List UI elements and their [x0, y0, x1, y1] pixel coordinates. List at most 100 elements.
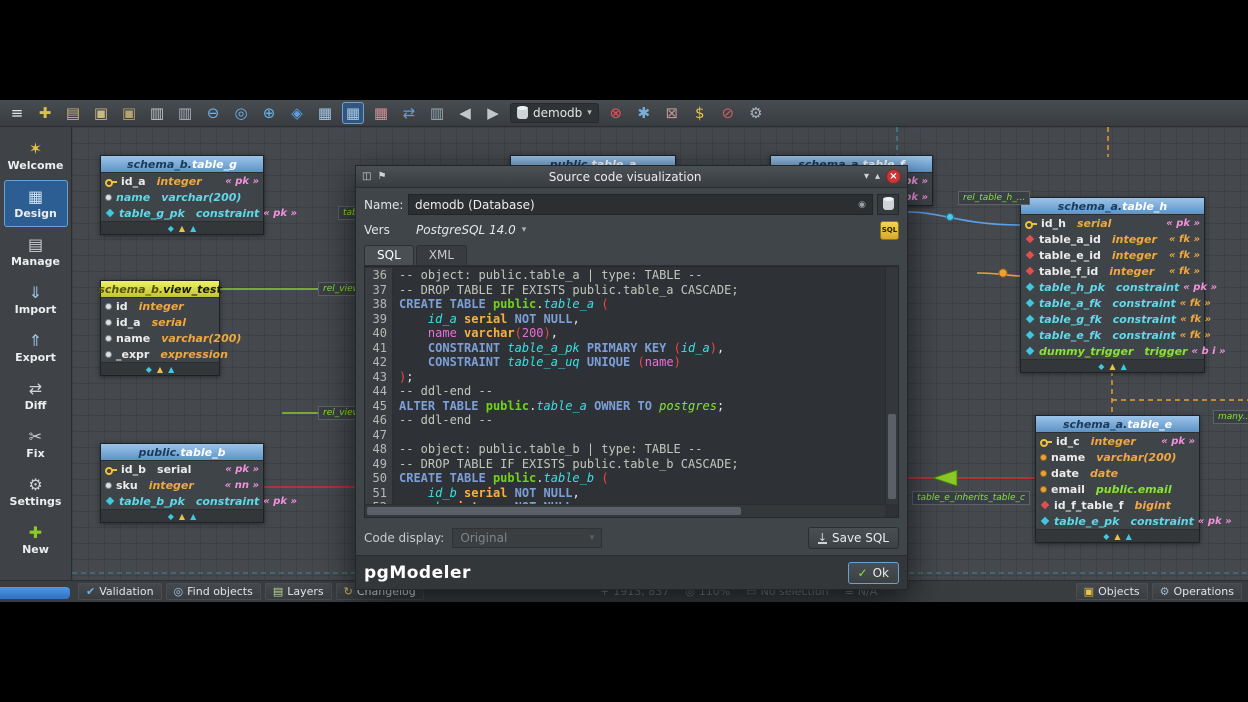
statusbar-tab-find-objects[interactable]: ◎Find objects [166, 583, 261, 600]
table-row[interactable]: table_g_fkconstraint« fk » [1021, 311, 1204, 327]
table-row[interactable]: datedate [1036, 465, 1199, 481]
table-row[interactable]: table_a_idinteger« fk » [1021, 231, 1204, 247]
column-type: constraint [1130, 515, 1193, 528]
name-input[interactable]: demodb (Database) ◉ [408, 194, 873, 215]
export-image-icon[interactable]: ▥ [174, 102, 196, 124]
sidebar-item-welcome[interactable]: ✶Welcome [4, 132, 68, 179]
nav-back-icon[interactable]: ◀ [454, 102, 476, 124]
sidebar-item-manage[interactable]: ▤Manage [4, 228, 68, 275]
database-icon-button[interactable] [877, 194, 899, 215]
inheritance-arrow [933, 470, 957, 486]
code-text: -- ddl-end -- [393, 413, 493, 428]
relationship-curve-blue [908, 212, 1020, 225]
print-model-icon[interactable]: ▥ [146, 102, 168, 124]
version-dropdown[interactable]: PostgreSQL 14.0 ▾ [408, 220, 534, 240]
db-table-view_test[interactable]: schema_b.view_testidintegerid_aserialnam… [100, 280, 220, 376]
plugins-icon[interactable]: ⚙ [745, 102, 767, 124]
horizontal-scrollbar[interactable] [365, 504, 885, 517]
column-type: varchar(200) [161, 191, 241, 204]
table-row[interactable]: table_b_pkconstraint« pk » [101, 493, 263, 509]
column-name: table_f_id [1039, 265, 1098, 278]
arrange-objects-icon[interactable]: ▥ [426, 102, 448, 124]
show-grid-icon[interactable]: ▦ [314, 102, 336, 124]
sidebar-item-settings[interactable]: ⚙Settings [4, 468, 68, 515]
close-icon[interactable]: × [886, 169, 901, 184]
zoom-original-icon[interactable]: ◎ [230, 102, 252, 124]
new-model-icon[interactable]: ✚ [34, 102, 56, 124]
relationship-label[interactable]: rel_table_h_... [958, 191, 1030, 205]
sidebar-item-design[interactable]: ▦Design [4, 180, 68, 227]
open-model-icon[interactable]: ▤ [62, 102, 84, 124]
sidebar-item-import[interactable]: ⇓Import [4, 276, 68, 323]
table-row[interactable]: dummy_triggertrigger« b i » [1021, 343, 1204, 359]
table-row[interactable]: namevarchar(200) [1036, 449, 1199, 465]
save-all-icon[interactable]: ▣ [118, 102, 140, 124]
page-delimiters-icon[interactable]: ▦ [370, 102, 392, 124]
close-model-icon[interactable]: ⊗ [605, 102, 627, 124]
save-sql-button[interactable]: ↓ Save SQL [808, 527, 899, 549]
table-row[interactable]: id_hserial« pk » [1021, 215, 1204, 231]
table-row[interactable]: table_e_idinteger« fk » [1021, 247, 1204, 263]
tab-xml[interactable]: XML [416, 245, 467, 265]
scrollbar-thumb[interactable] [367, 507, 741, 515]
tab-sql[interactable]: SQL [364, 245, 414, 265]
statusbar-tab-objects[interactable]: ▣Objects [1076, 583, 1148, 600]
sidebar-item-export[interactable]: ⇑Export [4, 324, 68, 371]
model-metadata-icon[interactable]: ✱ [633, 102, 655, 124]
align-grid-icon[interactable]: ▦ [342, 102, 364, 124]
vertical-scrollbar[interactable] [885, 267, 898, 504]
code-viewer[interactable]: 36-- object: public.table_a | type: TABL… [364, 266, 899, 518]
column-tag: « pk » [1183, 282, 1217, 293]
db-table-table_g[interactable]: schema_b.table_gid_ainteger« pk »namevar… [100, 155, 264, 235]
table-row[interactable]: namevarchar(200) [101, 189, 263, 205]
table-row[interactable]: _exprexpression [101, 346, 219, 362]
statusbar-tab-layers[interactable]: ▤Layers [265, 583, 332, 600]
table-row[interactable]: id_aserial [101, 314, 219, 330]
database-combo[interactable]: demodb ▾ [510, 103, 599, 123]
sidebar-item-diff[interactable]: ⇄Diff [4, 372, 68, 419]
table-row[interactable]: table_g_pkconstraint« pk » [101, 205, 263, 221]
table-row[interactable]: namevarchar(200) [101, 330, 219, 346]
disable-icon[interactable]: ⊘ [717, 102, 739, 124]
table-row[interactable]: emailpublic.email [1036, 481, 1199, 497]
dred-icon [1041, 501, 1049, 509]
compact-view-icon[interactable]: ⇄ [398, 102, 420, 124]
connection-point [947, 214, 954, 221]
db-table-table_b[interactable]: public.table_bid_bserial« pk »skuinteger… [100, 443, 264, 523]
clear-icon[interactable]: ◉ [858, 200, 866, 210]
table-row[interactable]: id_ainteger« pk » [101, 173, 263, 189]
table-row[interactable]: table_h_pkconstraint« pk » [1021, 279, 1204, 295]
pin-icon[interactable]: ⚑ [377, 171, 386, 182]
table-row[interactable]: table_f_idinteger« fk » [1021, 263, 1204, 279]
chevron-up-icon[interactable]: ▴ [875, 171, 880, 182]
sidebar-item-fix[interactable]: ✂Fix [4, 420, 68, 467]
statusbar-tab-operations[interactable]: ⚙Operations [1152, 583, 1242, 600]
table-row[interactable]: skuinteger« nn » [101, 477, 263, 493]
table-row[interactable]: id_bserial« pk » [101, 461, 263, 477]
main-menu-icon[interactable]: ≡ [6, 102, 28, 124]
ok-button[interactable]: ✓ Ok [848, 562, 899, 584]
zoom-in-icon[interactable]: ⊕ [258, 102, 280, 124]
table-row[interactable]: id_cinteger« pk » [1036, 433, 1199, 449]
table-row[interactable]: id_f_table_fbigint [1036, 497, 1199, 513]
table-row[interactable]: table_a_fkconstraint« fk » [1021, 295, 1204, 311]
statusbar-tab-validation[interactable]: ✔Validation [78, 583, 162, 600]
nav-forward-icon[interactable]: ▶ [482, 102, 504, 124]
trash-icon[interactable]: ⊠ [661, 102, 683, 124]
dialog-titlebar[interactable]: ◫ ⚑ Source code visualization ▾ ▴ × [356, 166, 907, 188]
sidebar-item-new[interactable]: ✚New [4, 516, 68, 563]
table-row[interactable]: table_e_fkconstraint« fk » [1021, 327, 1204, 343]
db-table-table_e[interactable]: schema_a.table_eid_cinteger« pk »namevar… [1035, 415, 1200, 543]
donate-icon[interactable]: $ [689, 102, 711, 124]
table-row[interactable]: idinteger [101, 298, 219, 314]
overview-icon[interactable]: ◈ [286, 102, 308, 124]
relationship-label[interactable]: table_e_inherits_table_c [912, 491, 1030, 505]
zoom-out-icon[interactable]: ⊖ [202, 102, 224, 124]
db-table-table_h[interactable]: schema_a.table_hid_hserial« pk »table_a_… [1020, 197, 1205, 373]
relationship-label[interactable]: many... [1213, 410, 1248, 424]
save-model-icon[interactable]: ▣ [90, 102, 112, 124]
code-display-dropdown[interactable]: Original ▾ [452, 528, 602, 548]
chevron-down-icon[interactable]: ▾ [864, 171, 869, 182]
scrollbar-thumb[interactable] [888, 414, 896, 499]
table-row[interactable]: table_e_pkconstraint« pk » [1036, 513, 1199, 529]
